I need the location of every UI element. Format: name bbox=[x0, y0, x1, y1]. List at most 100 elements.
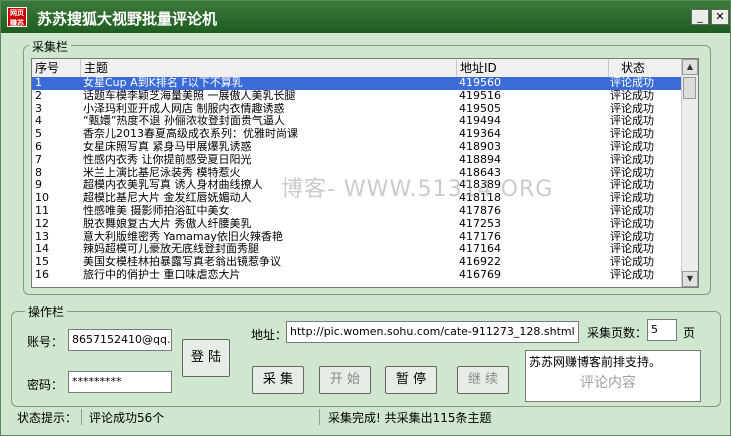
row-title: 米兰上演比基尼泳装秀 模特惹火 bbox=[83, 166, 241, 179]
row-status: 评论成功 bbox=[610, 243, 654, 256]
row-status: 评论成功 bbox=[610, 230, 654, 243]
scroll-up-arrow-icon[interactable]: ▲ bbox=[682, 59, 698, 75]
comment-placeholder: 评论内容 bbox=[580, 375, 636, 391]
row-title: 小泽玛利亚开成人网店 制服内衣情趣诱惑 bbox=[83, 102, 285, 115]
row-status: 评论成功 bbox=[610, 153, 654, 166]
status-divider bbox=[319, 409, 320, 425]
row-title: 女星Cup A到K排名 F以下不算乳 bbox=[83, 77, 243, 89]
column-header-address-id[interactable]: 地址ID bbox=[457, 59, 609, 77]
table-row[interactable]: 13 意大利版维密秀 Yamamay依旧火辣香艳 417176 评论成功 bbox=[32, 231, 684, 244]
column-header-number[interactable]: 序号 bbox=[32, 59, 81, 77]
row-number: 13 bbox=[35, 230, 49, 243]
row-number: 7 bbox=[35, 153, 42, 166]
pages-unit-label: 页 bbox=[683, 326, 696, 340]
close-button[interactable]: ✕ bbox=[711, 9, 729, 25]
row-title: 话题车模李颖芝海量美照 一展傲人美乳长腿 bbox=[83, 89, 296, 102]
title-bar[interactable]: 网页 赚苏 苏苏搜狐大视野批量评论机 _ ✕ bbox=[1, 1, 730, 33]
table-row[interactable]: 4 “甄嬛”热度不退 孙俪浓妆登封面贵气逼人 419494 评论成功 bbox=[32, 115, 684, 128]
row-address-id: 418389 bbox=[459, 179, 501, 192]
row-status: 评论成功 bbox=[610, 140, 654, 153]
pages-input[interactable]: 5 bbox=[647, 319, 677, 341]
row-status: 评论成功 bbox=[610, 77, 654, 89]
row-title: 意大利版维密秀 Yamamay依旧火辣香艳 bbox=[83, 230, 283, 243]
comment-text: 苏苏网赚博客前排支持。 bbox=[529, 355, 662, 369]
app-logo-icon: 网页 赚苏 bbox=[7, 7, 27, 27]
row-title: 旅行中的俏护士 重口味虐恋大片 bbox=[83, 268, 241, 281]
row-address-id: 419560 bbox=[459, 77, 501, 89]
account-input[interactable]: 8657152410@qq.com bbox=[68, 329, 172, 351]
address-input[interactable]: http://pic.women.sohu.com/cate-911273_12… bbox=[286, 321, 579, 343]
table-row[interactable]: 16 旅行中的俏护士 重口味虐恋大片 416769 评论成功 bbox=[32, 269, 684, 282]
table-row[interactable]: 10 超模比基尼大片 金发红唇妩媚动人 418118 评论成功 bbox=[32, 192, 684, 205]
list-scrollbar[interactable]: ▲ ▼ bbox=[681, 59, 698, 287]
minimize-button[interactable]: _ bbox=[691, 9, 709, 25]
row-address-id: 416769 bbox=[459, 268, 501, 281]
row-address-id: 419516 bbox=[459, 89, 501, 102]
row-status: 评论成功 bbox=[610, 204, 654, 217]
collect-button[interactable]: 采 集 bbox=[252, 366, 304, 394]
row-title: 脱衣舞娘复古大片 秀傲人纤腰美乳 bbox=[83, 217, 252, 230]
row-status: 评论成功 bbox=[610, 217, 654, 230]
row-status: 评论成功 bbox=[610, 179, 654, 192]
row-address-id: 417253 bbox=[459, 217, 501, 230]
topic-list[interactable]: 序号 主题 地址ID 状态 1 女星Cup A到K排名 F以下不算乳 419560 评… bbox=[31, 58, 699, 288]
scroll-thumb[interactable] bbox=[683, 77, 696, 99]
row-title: 辣妈超模可儿豪放无底线登封面秀腿 bbox=[83, 243, 259, 256]
status-bar: 状态提示： 评论成功56个 采集完成! 共采集出115条主题 bbox=[1, 405, 730, 435]
row-address-id: 418643 bbox=[459, 166, 501, 179]
row-address-id: 418118 bbox=[459, 192, 501, 205]
row-status: 评论成功 bbox=[610, 192, 654, 205]
row-number: 3 bbox=[35, 102, 42, 115]
table-row[interactable]: 9 超模内衣美乳写真 诱人身材曲线撩人 418389 评论成功 bbox=[32, 179, 684, 192]
password-label: 密码： bbox=[27, 378, 64, 392]
row-number: 11 bbox=[35, 204, 49, 217]
row-status: 评论成功 bbox=[610, 268, 654, 281]
row-number: 12 bbox=[35, 217, 49, 230]
list-rows: 1 女星Cup A到K排名 F以下不算乳 419560 评论成功 2 话题车模李颖芝海量美… bbox=[32, 77, 684, 282]
row-number: 1 bbox=[35, 77, 42, 89]
row-number: 16 bbox=[35, 268, 49, 281]
table-row[interactable]: 15 美国女模桂林拍暴露写真老翁出镜惹争议 416922 评论成功 bbox=[32, 256, 684, 269]
row-title: 超模比基尼大片 金发红唇妩媚动人 bbox=[83, 192, 252, 205]
row-number: 14 bbox=[35, 243, 49, 256]
row-title: 性感内衣秀 让你提前感受夏日阳光 bbox=[83, 153, 252, 166]
table-row[interactable]: 14 辣妈超模可儿豪放无底线登封面秀腿 417164 评论成功 bbox=[32, 243, 684, 256]
row-address-id: 417176 bbox=[459, 230, 501, 243]
table-row[interactable]: 5 香奈儿2013春夏高级成衣系列：优雅时尚课 419364 评论成功 bbox=[32, 128, 684, 141]
main-window: 网页 赚苏 苏苏搜狐大视野批量评论机 _ ✕ 采集栏 序号 主题 地址ID 状态… bbox=[0, 0, 731, 436]
resume-button[interactable]: 继 续 bbox=[457, 366, 509, 394]
table-row[interactable]: 8 米兰上演比基尼泳装秀 模特惹火 418643 评论成功 bbox=[32, 167, 684, 180]
login-button[interactable]: 登 陆 bbox=[182, 339, 230, 377]
row-title: 香奈儿2013春夏高级成衣系列：优雅时尚课 bbox=[83, 128, 298, 141]
row-number: 10 bbox=[35, 192, 49, 205]
table-row[interactable]: 7 性感内衣秀 让你提前感受夏日阳光 418894 评论成功 bbox=[32, 154, 684, 167]
password-input[interactable]: ********* bbox=[68, 371, 172, 393]
column-header-title[interactable]: 主题 bbox=[81, 59, 457, 77]
table-row[interactable]: 3 小泽玛利亚开成人网店 制服内衣情趣诱惑 419505 评论成功 bbox=[32, 103, 684, 116]
table-row[interactable]: 2 话题车模李颖芝海量美照 一展傲人美乳长腿 419516 评论成功 bbox=[32, 90, 684, 103]
row-status: 评论成功 bbox=[610, 115, 654, 128]
pause-button[interactable]: 暂 停 bbox=[385, 366, 437, 394]
row-number: 9 bbox=[35, 179, 42, 192]
row-title: 超模内衣美乳写真 诱人身材曲线撩人 bbox=[83, 179, 263, 192]
status-divider bbox=[81, 409, 82, 425]
window-title: 苏苏搜狐大视野批量评论机 bbox=[37, 10, 218, 28]
ops-group-label: 操作栏 bbox=[25, 303, 68, 320]
row-address-id: 417876 bbox=[459, 204, 501, 217]
row-number: 8 bbox=[35, 166, 42, 179]
row-title: “甄嬛”热度不退 孙俪浓妆登封面贵气逼人 bbox=[83, 115, 285, 128]
account-label: 账号： bbox=[27, 335, 64, 349]
start-button[interactable]: 开 始 bbox=[319, 366, 371, 394]
column-header-status[interactable]: 状态 bbox=[609, 59, 684, 77]
row-number: 6 bbox=[35, 140, 42, 153]
row-status: 评论成功 bbox=[610, 89, 654, 102]
table-row[interactable]: 6 女星床照写真 紧身马甲展爆乳诱惑 418903 评论成功 bbox=[32, 141, 684, 154]
row-status: 评论成功 bbox=[610, 256, 654, 269]
comment-textarea[interactable]: 苏苏网赚博客前排支持。 评论内容 bbox=[525, 350, 701, 402]
table-row[interactable]: 11 性感唯美 摄影师拍浴缸中美女 417876 评论成功 bbox=[32, 205, 684, 218]
table-row[interactable]: 12 脱衣舞娘复古大片 秀傲人纤腰美乳 417253 评论成功 bbox=[32, 218, 684, 231]
pages-label: 采集页数： bbox=[587, 326, 648, 340]
scroll-down-arrow-icon[interactable]: ▼ bbox=[682, 271, 698, 287]
table-row[interactable]: 1 女星Cup A到K排名 F以下不算乳 419560 评论成功 bbox=[32, 77, 684, 90]
row-status: 评论成功 bbox=[610, 166, 654, 179]
